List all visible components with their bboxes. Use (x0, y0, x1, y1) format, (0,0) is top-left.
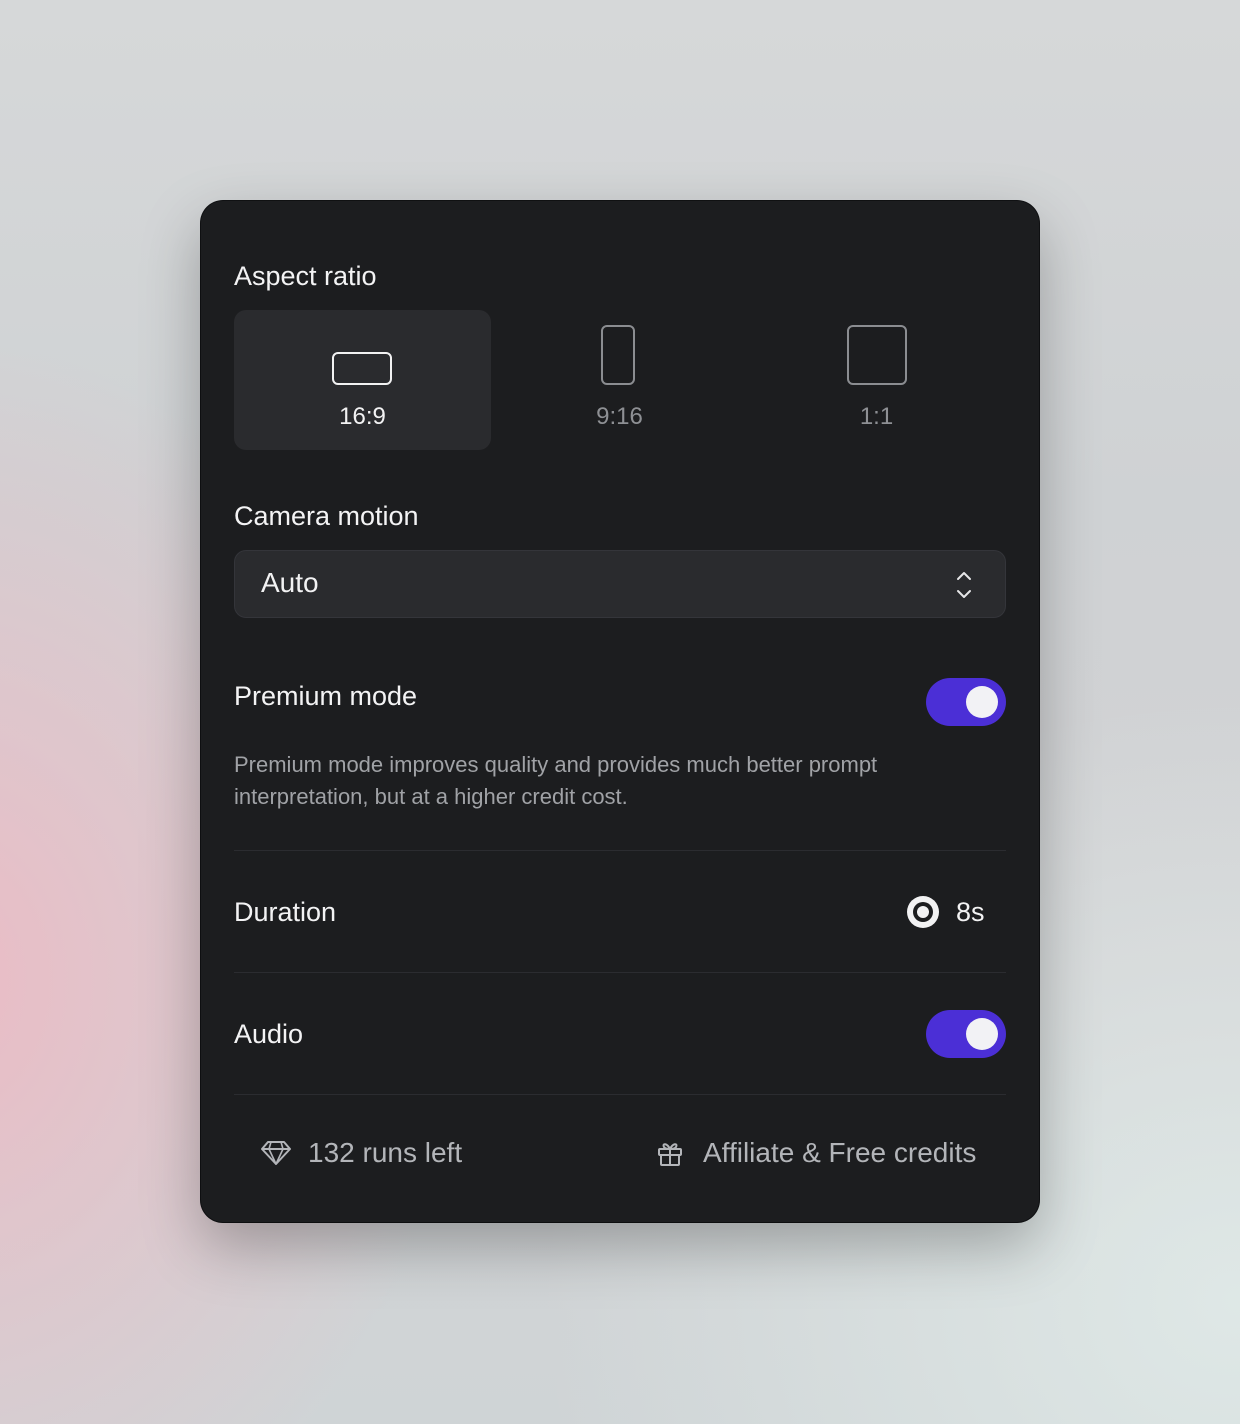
radio-selected-icon (907, 896, 939, 928)
runs-left-text: 132 runs left (308, 1137, 463, 1168)
audio-toggle[interactable] (926, 1010, 1006, 1058)
diamond-icon (261, 1141, 291, 1165)
gift-icon (658, 1143, 682, 1166)
duration-title: Duration (234, 897, 337, 927)
camera-motion-select[interactable]: Auto (234, 550, 1006, 618)
aspect-ratio-option-9-16[interactable]: 9:16 (491, 310, 748, 450)
premium-mode-description: Premium mode improves quality and provid… (234, 752, 878, 809)
runs-left-indicator: 132 runs left (260, 1135, 462, 1171)
toggle-knob (966, 1018, 998, 1050)
divider (234, 1094, 1006, 1095)
audio-title: Audio (234, 1019, 304, 1049)
premium-mode-title: Premium mode (234, 681, 418, 711)
aspect-ratio-selector: 16:9 9:16 1:1 (234, 310, 1006, 450)
settings-panel: Aspect ratio 16:9 9:16 1:1 Camera motion… (201, 201, 1039, 1222)
radio-dot (917, 906, 929, 918)
chevron-up-down-icon (957, 572, 971, 598)
aspect-ratio-option-label: 9:16 (596, 403, 643, 430)
aspect-ratio-title: Aspect ratio (234, 261, 377, 291)
camera-motion-title: Camera motion (234, 501, 419, 531)
square-ratio-icon (847, 325, 907, 385)
divider (234, 972, 1006, 973)
affiliate-credits-link[interactable]: Affiliate & Free credits (656, 1135, 976, 1171)
affiliate-credits-label: Affiliate & Free credits (703, 1137, 977, 1168)
toggle-knob (966, 686, 998, 718)
aspect-ratio-option-1-1[interactable]: 1:1 (748, 310, 1005, 450)
aspect-ratio-option-label: 16:9 (339, 403, 386, 430)
aspect-ratio-option-16-9[interactable]: 16:9 (234, 310, 491, 450)
portrait-ratio-icon (601, 325, 635, 385)
duration-radio-option[interactable]: 8s (907, 895, 985, 929)
landscape-ratio-icon (332, 352, 392, 385)
premium-mode-toggle[interactable] (926, 678, 1006, 726)
divider (234, 850, 1006, 851)
duration-value: 8s (956, 896, 985, 927)
camera-motion-value: Auto (261, 567, 319, 598)
aspect-ratio-option-label: 1:1 (859, 403, 894, 430)
